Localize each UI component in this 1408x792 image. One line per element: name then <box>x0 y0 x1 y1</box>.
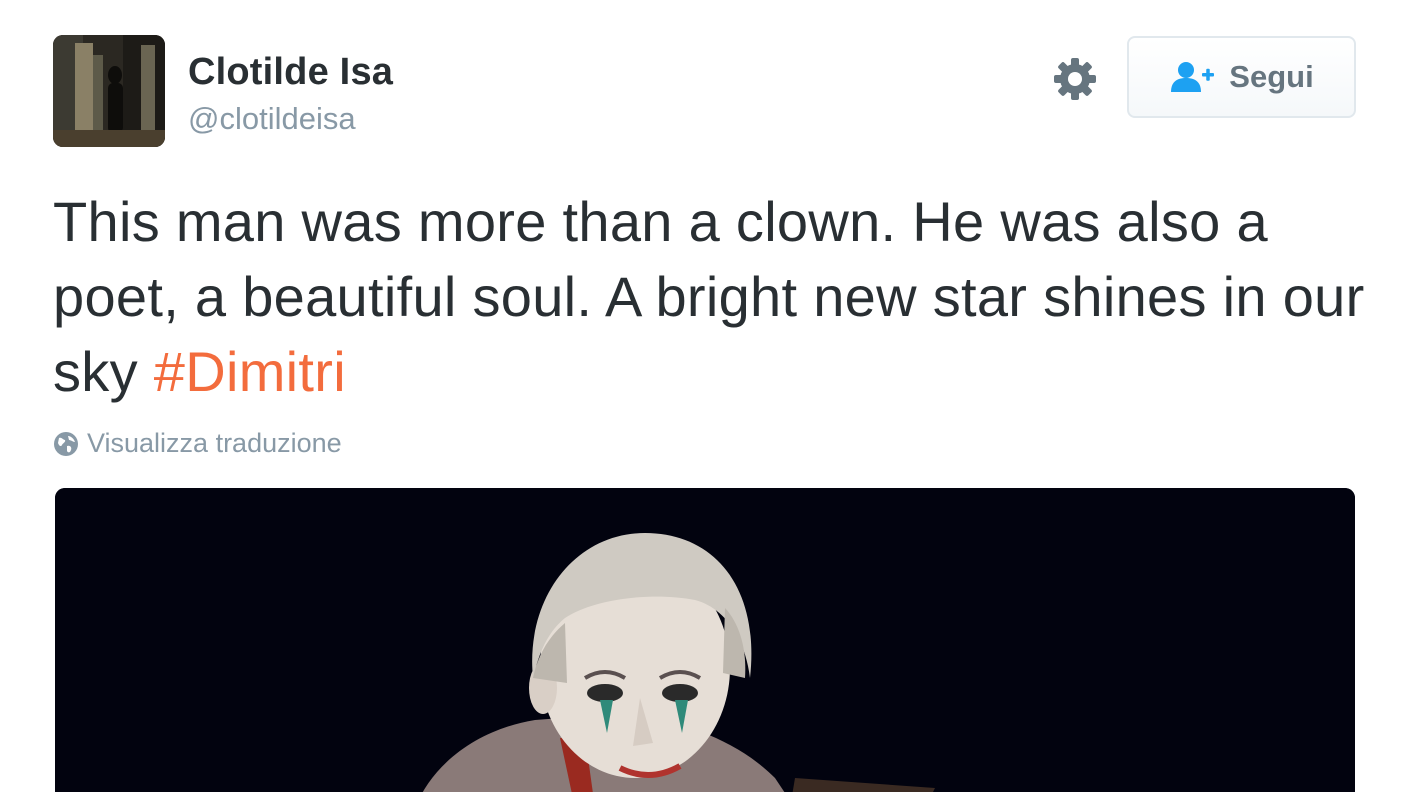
user-avatar[interactable] <box>53 35 165 147</box>
translate-link[interactable]: Visualizza traduzione <box>53 428 342 459</box>
user-name[interactable]: Clotilde Isa <box>188 51 393 94</box>
user-plus-icon <box>1171 62 1215 92</box>
gear-icon[interactable] <box>1052 56 1098 102</box>
follow-button[interactable]: Segui <box>1127 36 1356 118</box>
avatar-photo-icon <box>53 35 165 147</box>
follow-label: Segui <box>1229 59 1314 94</box>
clown-photo-icon <box>55 488 1355 792</box>
user-handle[interactable]: @clotildeisa <box>188 101 356 137</box>
tweet-photo[interactable] <box>55 488 1355 792</box>
translate-label: Visualizza traduzione <box>87 428 342 458</box>
tweet-card: Clotilde Isa @clotildeisa Segui This man <box>0 0 1408 792</box>
hashtag-link[interactable]: #Dimitri <box>154 340 346 403</box>
tweet-text: This man was more than a clown. He was a… <box>53 184 1373 409</box>
globe-icon <box>54 431 78 456</box>
